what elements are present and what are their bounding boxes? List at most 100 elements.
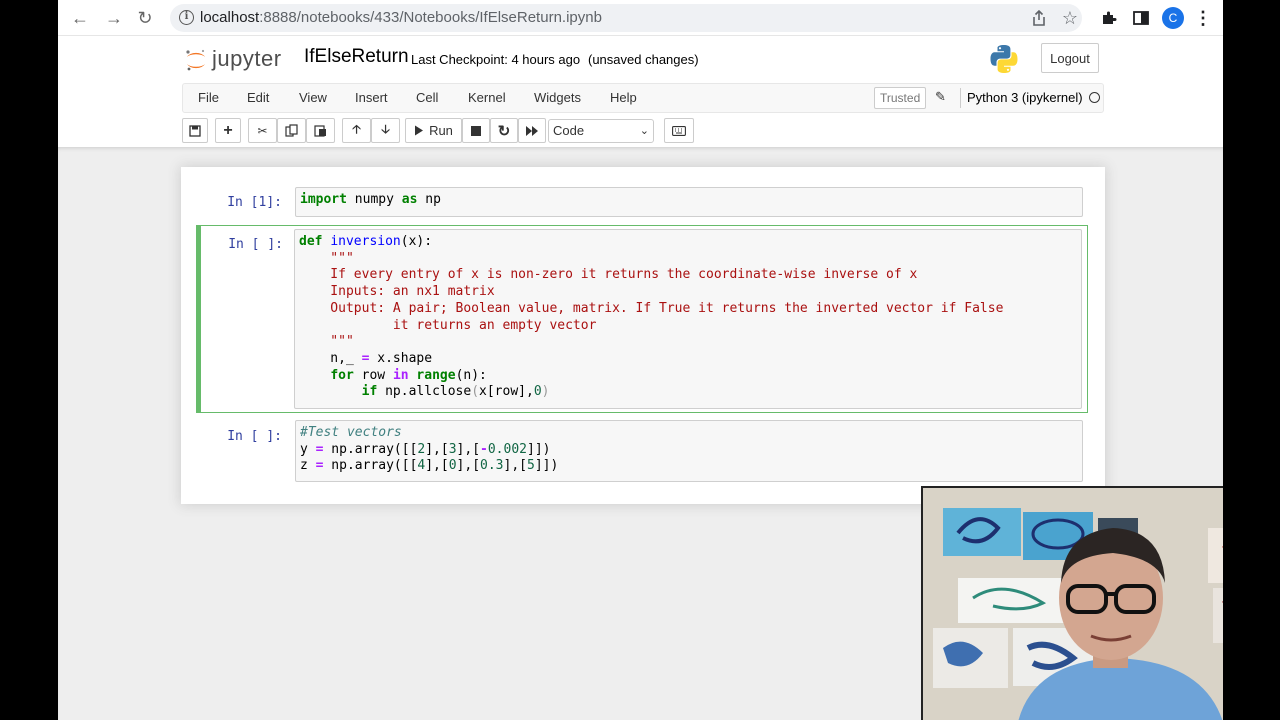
copy-button[interactable]	[277, 118, 306, 143]
menu-edit[interactable]: Edit	[247, 90, 269, 105]
restart-button[interactable]: ↻	[490, 118, 518, 143]
code-line[interactable]: #Test vectors	[300, 425, 1078, 442]
code-line[interactable]: """	[299, 334, 1077, 351]
autosave-status: (unsaved changes)	[588, 52, 699, 67]
code-line[interactable]: If every entry of x is non-zero it retur…	[299, 267, 1077, 284]
site-info-icon[interactable]: i	[179, 10, 194, 25]
paste-button[interactable]	[306, 118, 335, 143]
code-token: z	[300, 458, 316, 474]
menu-view[interactable]: View	[299, 90, 327, 105]
jupyter-header: jupyter IfElseReturn Last Checkpoint: 4 …	[58, 37, 1223, 83]
paste-icon	[314, 125, 326, 137]
code-token: x[row],	[479, 384, 534, 400]
cell-type-select[interactable]: Code ⌄	[548, 119, 654, 143]
code-text[interactable]: def inversion(x): """ If every entry of …	[299, 234, 1077, 401]
code-token: inversion	[330, 234, 401, 249]
side-panel-icon[interactable]	[1130, 7, 1152, 29]
move-up-button[interactable]: 🡡	[342, 118, 371, 143]
play-icon	[415, 125, 424, 136]
code-token: (	[471, 384, 480, 400]
jupyter-wordmark: jupyter	[212, 46, 282, 71]
checkpoint-status: Last Checkpoint: 4 hours ago	[411, 52, 581, 67]
cell-type-value: Code	[553, 123, 585, 138]
url-text[interactable]: localhost:8888/notebooks/433/Notebooks/I…	[200, 9, 602, 26]
trusted-indicator[interactable]: Trusted	[874, 87, 927, 109]
extensions-icon[interactable]	[1098, 7, 1120, 29]
code-token: )	[541, 384, 550, 400]
code-token: (n):	[455, 367, 487, 383]
cut-button[interactable]: ✂	[248, 118, 277, 143]
code-text[interactable]: #Test vectors y = np.array([[2],[3],[-0.0…	[300, 425, 1078, 475]
logout-button[interactable]: Logout	[1041, 43, 1099, 73]
code-editor[interactable]: import numpy as np	[295, 187, 1083, 217]
code-line[interactable]: z = np.array([[4],[0],[0.3],[5]])	[300, 458, 1078, 475]
scissors-icon: ✂	[257, 123, 268, 138]
code-token: ],[	[425, 441, 449, 457]
menu-insert[interactable]: Insert	[355, 90, 388, 105]
notebook-name[interactable]: IfElseReturn	[304, 46, 409, 68]
address-bar[interactable]: i localhost:8888/notebooks/433/Notebooks…	[170, 4, 1082, 32]
keyboard-icon	[672, 125, 686, 136]
share-icon[interactable]	[1028, 7, 1050, 29]
code-token: 0.002	[487, 441, 527, 457]
arrow-down-icon: 🡣	[381, 122, 390, 136]
code-token: 0.3	[480, 458, 504, 474]
menu-help[interactable]: Help	[610, 90, 637, 105]
command-palette-button[interactable]	[664, 118, 694, 143]
code-token: row	[353, 367, 393, 383]
menu-cell[interactable]: Cell	[416, 90, 438, 105]
webcam-overlay	[921, 486, 1223, 720]
python-logo-icon	[990, 45, 1018, 73]
code-line[interactable]: import numpy as np	[300, 192, 1078, 209]
profile-avatar[interactable]: C	[1162, 7, 1184, 29]
notebook-container: In [1]: import numpy as np In [ ]: def i…	[181, 167, 1105, 504]
jupyter-logo[interactable]: jupyter	[184, 44, 294, 74]
code-token: ]])	[527, 441, 551, 457]
code-token: for	[330, 367, 354, 383]
code-line[interactable]: n,_ = x.shape	[299, 351, 1077, 368]
code-line[interactable]: Inputs: an nx1 matrix	[299, 284, 1077, 301]
code-editor[interactable]: def inversion(x): """ If every entry of …	[294, 229, 1082, 409]
code-token: np	[417, 192, 441, 207]
code-token: it returns an empty vector	[299, 317, 597, 333]
code-line[interactable]: y = np.array([[2],[3],[-0.002]])	[300, 442, 1078, 459]
code-token: ]])	[534, 458, 559, 474]
back-icon[interactable]: ←	[68, 6, 92, 30]
code-cell[interactable]: In [ ]: #Test vectors y = np.array([[2],[…	[195, 420, 1089, 484]
input-prompt: In [1]:	[227, 195, 282, 210]
code-line[interactable]: def inversion(x):	[299, 234, 1077, 251]
code-token: range	[416, 367, 456, 383]
code-line[interactable]: """	[299, 251, 1077, 268]
chevron-down-icon: ⌄	[639, 125, 649, 137]
move-down-button[interactable]: 🡣	[371, 118, 400, 143]
save-button[interactable]	[182, 118, 208, 143]
code-cell[interactable]: In [1]: import numpy as np	[195, 187, 1089, 219]
code-text[interactable]: import numpy as np	[300, 192, 1078, 209]
restart-icon: ↻	[497, 122, 511, 140]
code-token: numpy	[346, 192, 402, 207]
jupyter-logo-icon	[186, 49, 205, 71]
restart-run-all-button[interactable]	[518, 118, 546, 143]
bookmark-star-icon[interactable]: ☆	[1059, 7, 1081, 29]
run-button[interactable]: Run	[405, 118, 462, 143]
menu-kebab-icon[interactable]: ⋮	[1192, 7, 1214, 29]
code-token: ],[	[456, 441, 481, 457]
interrupt-button[interactable]	[462, 118, 490, 143]
code-line[interactable]: if np.allclose(x[row],0)	[299, 384, 1077, 401]
browser-toolbar: ← → ↻ i localhost:8888/notebooks/433/Not…	[58, 0, 1223, 36]
code-editor[interactable]: #Test vectors y = np.array([[2],[3],[-0.0…	[295, 420, 1083, 482]
code-cell-selected[interactable]: In [ ]: def inversion(x): """ If every e…	[196, 225, 1088, 413]
insert-cell-button[interactable]: +	[215, 118, 241, 143]
code-token: 3	[448, 441, 457, 457]
code-line[interactable]: Output: A pair; Boolean value, matrix. I…	[299, 301, 1077, 318]
menu-file[interactable]: File	[198, 90, 219, 105]
menu-widgets[interactable]: Widgets	[534, 90, 581, 105]
menu-kernel[interactable]: Kernel	[468, 90, 506, 105]
code-token: x.shape	[369, 350, 433, 366]
reload-icon[interactable]: ↻	[133, 6, 157, 30]
forward-icon[interactable]: →	[102, 6, 126, 30]
code-line[interactable]: it returns an empty vector	[299, 318, 1077, 335]
fast-forward-icon	[525, 125, 538, 136]
code-line[interactable]: for row in range(n):	[299, 368, 1077, 385]
